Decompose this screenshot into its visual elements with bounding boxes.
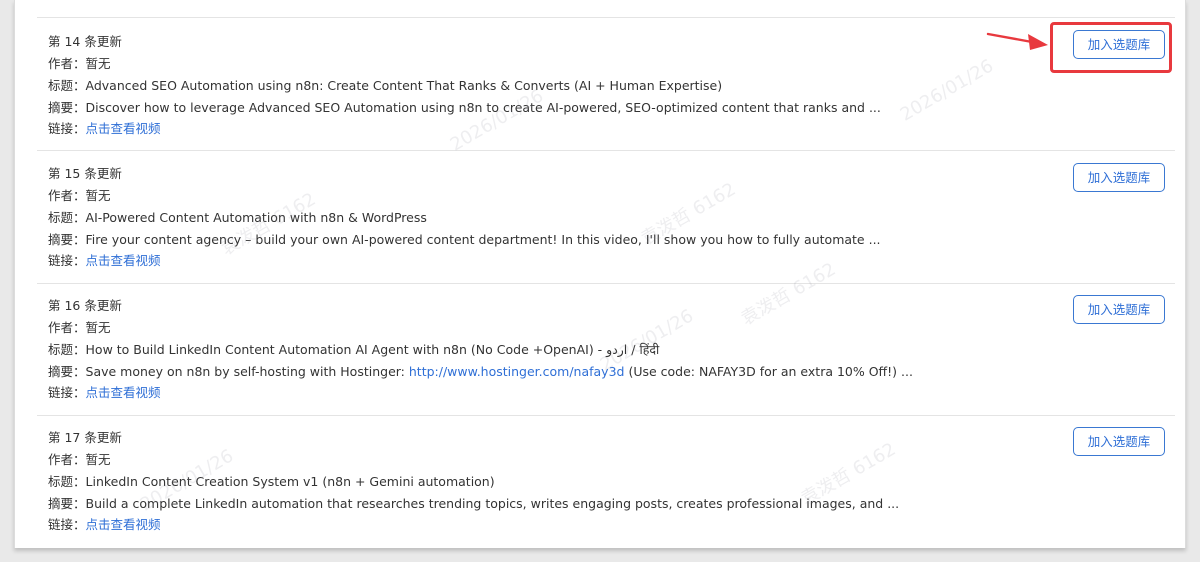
summary-label: 摘要： bbox=[48, 100, 86, 115]
author-label: 作者： bbox=[48, 320, 86, 335]
author-value: 暂无 bbox=[85, 452, 111, 467]
link-label: 链接： bbox=[48, 253, 86, 268]
link-row: 链接：点击查看视频 bbox=[48, 384, 161, 402]
link-label: 链接： bbox=[48, 385, 86, 400]
list-item: 第 17 条更新 作者：暂无 标题：LinkedIn Content Creat… bbox=[37, 415, 1175, 547]
author-value: 暂无 bbox=[85, 56, 111, 71]
hostinger-link[interactable]: http://www.hostinger.com/nafay3d bbox=[409, 364, 625, 379]
link-label: 链接： bbox=[48, 121, 86, 136]
title-value: LinkedIn Content Creation System v1 (n8n… bbox=[85, 474, 495, 489]
item-header: 第 14 条更新 bbox=[48, 34, 122, 49]
watch-video-link[interactable]: 点击查看视频 bbox=[86, 253, 161, 268]
summary-value: Save money on n8n by self-hosting with H… bbox=[85, 364, 409, 379]
list-item: 第 15 条更新 作者：暂无 标题：AI-Powered Content Aut… bbox=[37, 151, 1175, 284]
item-header: 第 16 条更新 bbox=[48, 298, 122, 313]
watch-video-link[interactable]: 点击查看视频 bbox=[86, 517, 161, 532]
link-row: 链接：点击查看视频 bbox=[48, 120, 161, 138]
title-value: AI-Powered Content Automation with n8n &… bbox=[85, 210, 427, 225]
title-row: 标题：AI-Powered Content Automation with n8… bbox=[48, 209, 427, 227]
title-label: 标题： bbox=[48, 342, 86, 357]
author-value: 暂无 bbox=[85, 320, 111, 335]
author-row: 作者：暂无 bbox=[48, 187, 111, 205]
author-label: 作者： bbox=[48, 452, 86, 467]
summary-row: 摘要：Save money on n8n by self-hosting wit… bbox=[48, 363, 913, 381]
author-label: 作者： bbox=[48, 56, 86, 71]
link-row: 链接：点击查看视频 bbox=[48, 516, 161, 534]
title-label: 标题： bbox=[48, 210, 86, 225]
title-label: 标题： bbox=[48, 78, 86, 93]
author-row: 作者：暂无 bbox=[48, 319, 111, 337]
title-row: 标题：LinkedIn Content Creation System v1 (… bbox=[48, 473, 495, 491]
item-header: 第 15 条更新 bbox=[48, 166, 122, 181]
watch-video-link[interactable]: 点击查看视频 bbox=[86, 385, 161, 400]
title-value: How to Build LinkedIn Content Automation… bbox=[85, 342, 660, 357]
highlight-box bbox=[1050, 22, 1172, 73]
title-label: 标题： bbox=[48, 474, 86, 489]
author-value: 暂无 bbox=[85, 188, 111, 203]
summary-row: 摘要：Build a complete LinkedIn automation … bbox=[48, 495, 899, 513]
list-item: 第 16 条更新 作者：暂无 标题：How to Build LinkedIn … bbox=[37, 283, 1175, 416]
link-row: 链接：点击查看视频 bbox=[48, 252, 161, 270]
watch-video-link[interactable]: 点击查看视频 bbox=[86, 121, 161, 136]
update-list-panel: 第 14 条更新 作者：暂无 标题：Advanced SEO Automatio… bbox=[14, 0, 1186, 548]
summary-value: Discover how to leverage Advanced SEO Au… bbox=[85, 100, 881, 115]
title-value: Advanced SEO Automation using n8n: Creat… bbox=[85, 78, 723, 93]
summary-label: 摘要： bbox=[48, 232, 86, 247]
add-to-topic-library-button[interactable]: 加入选题库 bbox=[1073, 427, 1165, 456]
summary-value: Fire your content agency – build your ow… bbox=[85, 232, 881, 247]
title-row: 标题：How to Build LinkedIn Content Automat… bbox=[48, 341, 659, 359]
title-row: 标题：Advanced SEO Automation using n8n: Cr… bbox=[48, 77, 722, 95]
author-row: 作者：暂无 bbox=[48, 451, 111, 469]
summary-label: 摘要： bbox=[48, 496, 86, 511]
summary-label: 摘要： bbox=[48, 364, 86, 379]
add-to-topic-library-button[interactable]: 加入选题库 bbox=[1073, 163, 1165, 192]
author-label: 作者： bbox=[48, 188, 86, 203]
item-header: 第 17 条更新 bbox=[48, 430, 122, 445]
summary-row: 摘要：Discover how to leverage Advanced SEO… bbox=[48, 99, 881, 117]
summary-row: 摘要：Fire your content agency – build your… bbox=[48, 231, 881, 249]
red-arrow-icon bbox=[986, 32, 1048, 50]
add-to-topic-library-button[interactable]: 加入选题库 bbox=[1073, 295, 1165, 324]
summary-value-tail: (Use code: NAFAY3D for an extra 10% Off!… bbox=[624, 364, 913, 379]
summary-value: Build a complete LinkedIn automation tha… bbox=[85, 496, 900, 511]
author-row: 作者：暂无 bbox=[48, 55, 111, 73]
link-label: 链接： bbox=[48, 517, 86, 532]
